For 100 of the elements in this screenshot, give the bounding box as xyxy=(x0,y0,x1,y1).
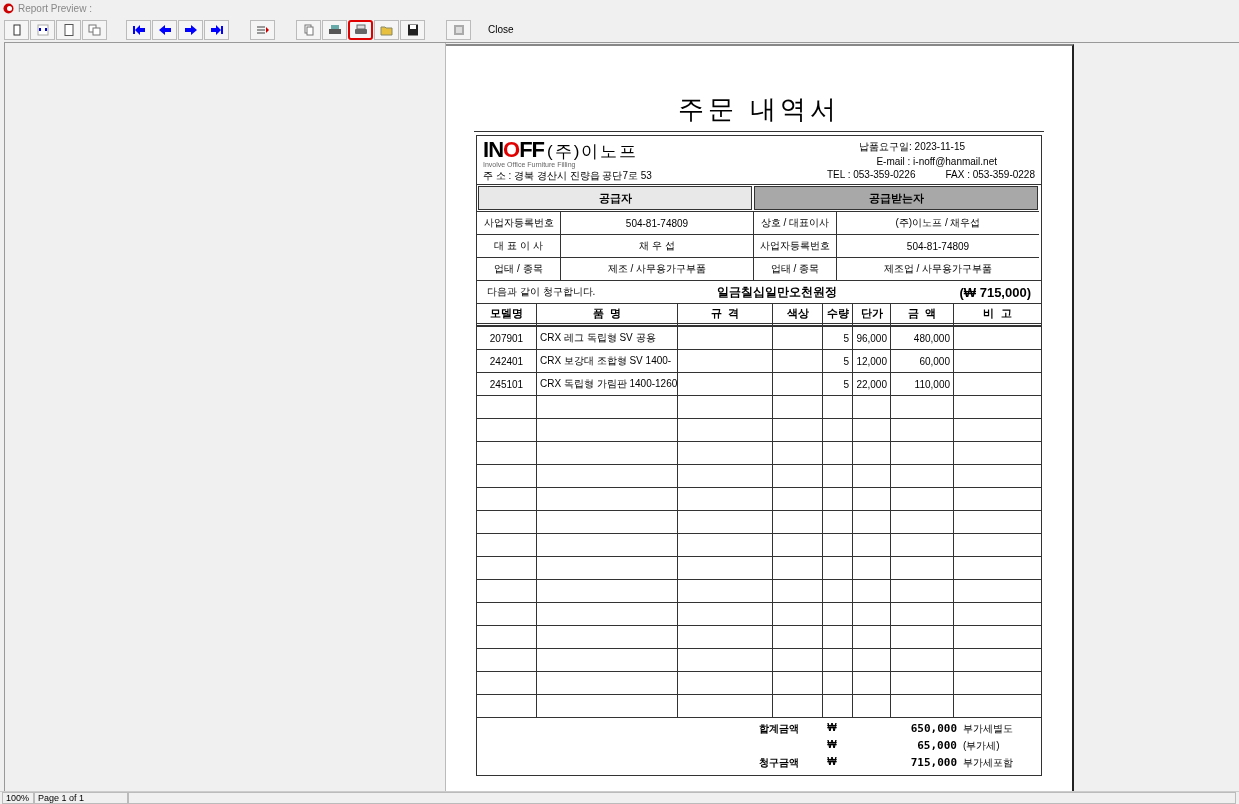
field-value: 504-81-74809 xyxy=(560,211,753,234)
field-label: 업태 / 종목 xyxy=(753,257,836,280)
table-cell: CRX 레그 독립형 SV 공용 xyxy=(536,326,677,349)
empty-cell xyxy=(772,648,822,671)
empty-cell xyxy=(822,602,852,625)
empty-cell xyxy=(890,579,953,602)
total-note: (부가세) xyxy=(962,739,1001,753)
report-title: 주문 내역서 xyxy=(678,93,840,126)
field-label: 상호 / 대표이사 xyxy=(753,211,836,234)
two-page-icon xyxy=(35,23,50,36)
empty-cell xyxy=(772,487,822,510)
table-cell: 96,000 xyxy=(852,326,890,349)
empty-cell xyxy=(772,625,822,648)
phone-number: TEL : 053-359-0226 xyxy=(826,169,916,180)
empty-cell xyxy=(852,602,890,625)
table-cell: CRX 보강대 조합형 SV 1400- xyxy=(536,349,677,372)
app-logo-icon xyxy=(3,3,14,14)
table-cell: CRX 독립형 가림판 1400-1260 xyxy=(536,372,677,395)
claim-text: 다음과 같이 청구합니다. xyxy=(487,285,596,299)
empty-cell xyxy=(772,326,822,349)
toolbar-button[interactable] xyxy=(30,19,55,40)
due-date: 납품요구일: 2023-11-15 xyxy=(859,140,965,154)
empty-cell xyxy=(852,671,890,694)
email: E-mail : i-noff@hanmail.net xyxy=(876,156,997,167)
save-icon xyxy=(405,23,420,36)
column-header: 규 격 xyxy=(677,303,772,326)
field-label: 사업자등록번호 xyxy=(753,234,836,257)
empty-cell xyxy=(890,602,953,625)
empty-cell xyxy=(822,395,852,418)
multi-page-icon xyxy=(87,23,102,36)
empty-cell xyxy=(852,579,890,602)
empty-cell xyxy=(772,418,822,441)
empty-cell xyxy=(772,671,822,694)
empty-cell xyxy=(890,418,953,441)
company-name: (주)이노프 xyxy=(547,143,639,161)
empty-cell xyxy=(822,487,852,510)
column-header: 색상 xyxy=(772,303,822,326)
empty-cell xyxy=(772,349,822,372)
empty-cell xyxy=(852,395,890,418)
table-cell: 110,000 xyxy=(890,372,953,395)
empty-cell xyxy=(772,533,822,556)
amount-figure: (₩ 715,000) xyxy=(959,284,1031,300)
empty-cell xyxy=(890,533,953,556)
toolbar-button[interactable] xyxy=(126,19,151,40)
toolbar-button[interactable] xyxy=(152,19,177,40)
field-label: 사업자등록번호 xyxy=(477,211,560,234)
empty-cell xyxy=(822,441,852,464)
fax-number: FAX : 053-359-0228 xyxy=(945,169,1035,180)
column-header: 모델명 xyxy=(477,303,536,326)
toolbar-button[interactable] xyxy=(204,19,229,40)
amount-in-words: 일금칠십일만오천원정 xyxy=(717,283,838,301)
zoom-level: 100% xyxy=(2,792,34,804)
total-note: 부가세포함 xyxy=(962,756,1014,770)
empty-cell xyxy=(852,556,890,579)
empty-cell xyxy=(772,556,822,579)
company-logo: INOFF xyxy=(483,139,545,161)
empty-cell xyxy=(852,441,890,464)
table-cell: 242401 xyxy=(477,349,536,372)
empty-cell xyxy=(890,556,953,579)
supplier-header: 공급자 xyxy=(478,186,752,210)
copy-icon xyxy=(301,23,316,36)
total-label: 합계금액 xyxy=(758,722,800,736)
print-icon xyxy=(353,23,368,36)
toolbar-button[interactable] xyxy=(400,19,425,40)
printer-setup-icon xyxy=(327,23,342,36)
empty-cell xyxy=(890,395,953,418)
window-title: Report Preview : xyxy=(18,3,92,14)
empty-cell xyxy=(890,625,953,648)
table-cell: 22,000 xyxy=(852,372,890,395)
currency-sign: ₩ xyxy=(826,756,838,769)
empty-cell xyxy=(772,579,822,602)
toolbar-button[interactable] xyxy=(178,19,203,40)
page-indicator: Page 1 of 1 xyxy=(34,792,128,804)
empty-cell xyxy=(852,510,890,533)
receiver-header: 공급받는자 xyxy=(754,186,1038,210)
field-value: 제조업 / 사무용가구부품 xyxy=(836,257,1039,280)
empty-cell xyxy=(772,464,822,487)
empty-cell xyxy=(890,671,953,694)
column-header: 단가 xyxy=(852,303,890,326)
total-note: 부가세별도 xyxy=(962,722,1014,736)
toolbar-button[interactable] xyxy=(56,19,81,40)
table-cell: 5 xyxy=(822,372,852,395)
toolbar-button[interactable] xyxy=(322,19,347,40)
total-label: 청구금액 xyxy=(758,756,800,770)
total-amount: 715,000 xyxy=(909,756,957,771)
close-button[interactable]: Close xyxy=(482,24,520,35)
empty-cell xyxy=(822,671,852,694)
empty-cell xyxy=(890,464,953,487)
empty-cell xyxy=(822,556,852,579)
empty-cell xyxy=(772,510,822,533)
open-folder-icon xyxy=(379,23,394,36)
currency-sign: ₩ xyxy=(826,739,838,752)
field-label: 대 표 이 사 xyxy=(477,234,560,257)
column-header: 수량 xyxy=(822,303,852,326)
field-value: (주)이노프 / 채우섭 xyxy=(836,211,1039,234)
empty-cell xyxy=(772,395,822,418)
empty-cell xyxy=(890,441,953,464)
empty-cell xyxy=(772,372,822,395)
empty-cell xyxy=(852,418,890,441)
total-amount: 65,000 xyxy=(916,739,957,754)
